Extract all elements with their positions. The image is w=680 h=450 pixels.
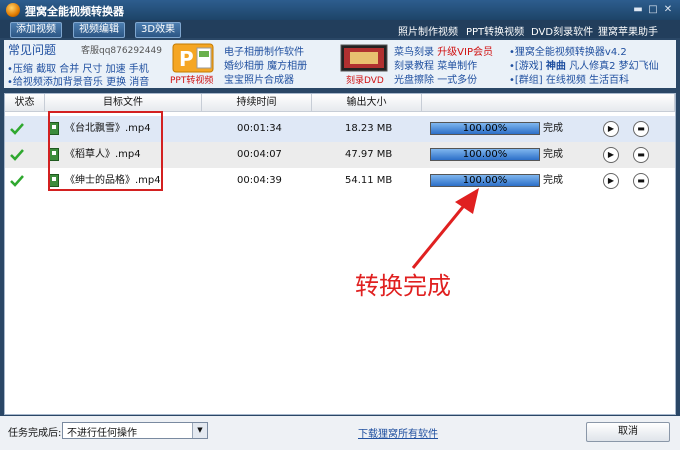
done-check-icon [10, 149, 24, 161]
cancel-button[interactable]: 取消 [586, 422, 670, 442]
bottom-bar: 任务完成后: 不进行任何操作 ▼ 下载狸窝所有软件 取消 [0, 416, 680, 450]
after-complete-label: 任务完成后: [8, 428, 62, 439]
edit-video-button[interactable]: 视频编辑 [73, 22, 125, 38]
play-icon[interactable]: ▶ [603, 173, 619, 189]
annotation-text: 转换完成 [355, 272, 451, 300]
dvd-link-copies[interactable]: 一式多份 [437, 75, 477, 86]
dvd-links-row-1: 菜鸟刻录 升级VIP会员 [394, 43, 493, 58]
col-duration-header[interactable]: 持续时间 [202, 94, 312, 112]
promo-right-line-1[interactable]: •狸窝全能视频转换器v4.2 [509, 43, 627, 58]
download-all-link[interactable]: 下载狸窝所有软件 [358, 425, 438, 440]
progress-bar: 100.00% [430, 122, 540, 135]
play-icon[interactable]: ▶ [603, 121, 619, 137]
close-icon[interactable]: ✕ [662, 4, 674, 15]
apple-helper-link[interactable]: 狸窝苹果助手 [598, 23, 658, 38]
dvd-burn-link[interactable]: DVD刻录软件 [531, 23, 593, 38]
col-target-header[interactable]: 目标文件 [45, 94, 202, 112]
add-video-button[interactable]: 添加视频 [10, 22, 62, 38]
progress-bar: 100.00% [430, 148, 540, 161]
status-text: 完成 [543, 149, 563, 160]
faq-title[interactable]: 常见问题 [8, 41, 56, 58]
minimize-icon[interactable]: ▬ [632, 4, 644, 15]
promo-right-line-2: •[游戏] 神曲 凡人修真2 梦幻飞仙 [509, 57, 659, 72]
dvd-links-row-3: 光盘擦除 一式多份 [394, 71, 477, 86]
ppt-to-video-label[interactable]: PPT转视频 [170, 73, 213, 86]
annotation-arrow-icon [411, 188, 479, 269]
task-list: 状态 目标文件 持续时间 输出大小 《台北飘雪》.mp4 00:01:34 18… [4, 93, 676, 415]
3d-effect-button[interactable]: 3D效果 [135, 22, 182, 38]
after-complete-select[interactable]: 不进行任何操作 ▼ [62, 422, 208, 439]
ppt-to-video-link[interactable]: PPT转换视频 [466, 23, 524, 38]
open-folder-icon[interactable]: ▬ [633, 121, 649, 137]
size-value: 18.23 MB [345, 123, 393, 134]
burn-dvd-label[interactable]: 刻录DVD [346, 73, 384, 86]
duration-value: 00:01:34 [237, 123, 282, 134]
open-folder-icon[interactable]: ▬ [633, 147, 649, 163]
duration-value: 00:04:39 [237, 175, 282, 186]
promo-left-line-2[interactable]: •给视频添加背景音乐 更换 消音 [7, 73, 149, 88]
col-progress-header [422, 94, 675, 112]
done-check-icon [10, 123, 24, 135]
app-logo-icon [6, 3, 20, 17]
ppt-link-1[interactable]: 电子相册制作软件 [224, 43, 304, 58]
size-value: 54.11 MB [345, 175, 393, 186]
ppt-link-2[interactable]: 婚纱相册 魔方相册 [224, 57, 307, 72]
chevron-down-icon[interactable]: ▼ [192, 423, 207, 438]
duration-value: 00:04:07 [237, 149, 282, 160]
app-title: 狸窝全能视频转换器 [25, 5, 124, 18]
promo-panel: 常见问题 客服qq876292449 •压缩 截取 合并 尺寸 加速 手机 •给… [4, 40, 676, 88]
done-check-icon [10, 175, 24, 187]
photo-to-video-link[interactable]: 照片制作视频 [398, 23, 458, 38]
status-text: 完成 [543, 123, 563, 134]
promo-right-line-3[interactable]: •[群组] 在线视频 生活百科 [509, 71, 629, 86]
ppt-link-3[interactable]: 宝宝照片合成器 [224, 71, 294, 86]
support-qq: 客服qq876292449 [81, 46, 162, 56]
dvd-links-row-2: 刻录教程 菜单制作 [394, 57, 477, 72]
col-status-header[interactable]: 状态 [5, 94, 45, 112]
open-folder-icon[interactable]: ▬ [633, 173, 649, 189]
maximize-icon[interactable]: □ [647, 4, 659, 15]
after-complete-value: 不进行任何操作 [67, 428, 137, 439]
play-icon[interactable]: ▶ [603, 147, 619, 163]
col-size-header[interactable]: 输出大小 [312, 94, 422, 112]
filename-highlight-box [48, 111, 163, 191]
size-value: 47.97 MB [345, 149, 393, 160]
dvd-link-erase[interactable]: 光盘擦除 [394, 75, 434, 86]
status-text: 完成 [543, 175, 563, 186]
svg-text:P: P [179, 47, 194, 71]
